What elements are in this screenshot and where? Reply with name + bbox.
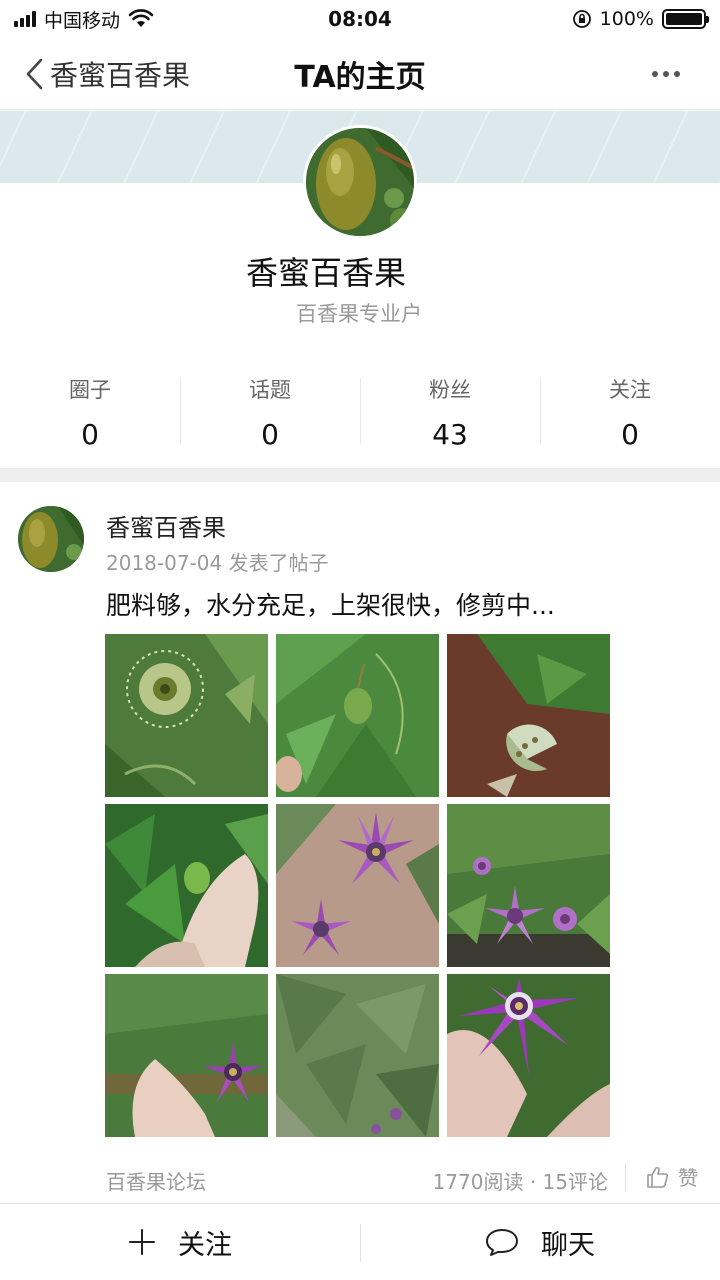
post-footer: 百香果论坛 1770阅读 · 15评论 赞 bbox=[0, 1160, 720, 1200]
nav-bar: 香蜜百香果 TA的主页 bbox=[0, 38, 720, 110]
profile-subtitle: 百香果专业户 bbox=[296, 302, 422, 326]
battery-fill bbox=[666, 13, 702, 25]
cut-fruit-photo[interactable] bbox=[447, 634, 610, 797]
purple-flower-closeup-photo[interactable] bbox=[447, 974, 610, 1137]
footer-divider bbox=[625, 1164, 626, 1192]
status-bar: 中国移动 08:04 100% bbox=[0, 0, 720, 38]
like-button[interactable]: 赞 bbox=[646, 1162, 698, 1191]
stat-value: 0 bbox=[261, 418, 279, 451]
hand-fruit-photo[interactable] bbox=[105, 804, 268, 967]
post-text[interactable]: 肥料够，水分充足，上架很快，修剪中... bbox=[106, 586, 626, 622]
chat-label: 聊天 bbox=[541, 1229, 595, 1261]
stat-label: 圈子 bbox=[69, 378, 111, 402]
chat-bubble-icon bbox=[486, 1229, 518, 1256]
stat-topics[interactable]: 话题 0 bbox=[180, 370, 360, 451]
signal-icon bbox=[14, 11, 36, 27]
follow-button[interactable]: 关注 bbox=[0, 1204, 360, 1280]
flower-green-photo[interactable] bbox=[105, 634, 268, 797]
battery-icon bbox=[662, 9, 709, 29]
chat-button[interactable]: 聊天 bbox=[360, 1204, 720, 1280]
more-dots-icon[interactable] bbox=[652, 62, 680, 86]
stat-circles[interactable]: 圈子 0 bbox=[0, 370, 180, 451]
photo-grid bbox=[105, 634, 610, 1138]
avatar[interactable] bbox=[303, 125, 417, 239]
status-left: 中国移动 bbox=[14, 6, 154, 33]
profile-name: 香蜜百香果 bbox=[245, 254, 406, 292]
read-comment-count: 1770阅读 · 15评论 bbox=[432, 1170, 608, 1194]
fruit-vine-photo[interactable] bbox=[276, 634, 439, 797]
stat-value: 0 bbox=[81, 418, 99, 451]
plus-icon bbox=[129, 1229, 155, 1255]
forum-tag[interactable]: 百香果论坛 bbox=[106, 1166, 206, 1195]
hand-flower-photo[interactable] bbox=[105, 974, 268, 1137]
purple-flower-photo[interactable] bbox=[276, 804, 439, 967]
vine-leaves-photo[interactable] bbox=[276, 974, 439, 1137]
battery-percent: 100% bbox=[599, 8, 654, 30]
purple-flower-vine-photo[interactable] bbox=[447, 804, 610, 967]
bottom-action-bar: 关注 聊天 bbox=[0, 1203, 720, 1280]
status-right: 100% bbox=[572, 8, 709, 30]
like-label: 赞 bbox=[678, 1166, 698, 1190]
back-label: 香蜜百香果 bbox=[50, 58, 191, 92]
wifi-icon bbox=[128, 9, 154, 27]
chevron-left-icon bbox=[26, 58, 43, 89]
follow-label: 关注 bbox=[178, 1229, 232, 1261]
stat-label: 话题 bbox=[249, 378, 291, 402]
thumbs-up-icon bbox=[647, 1166, 669, 1188]
post-avatar[interactable] bbox=[18, 506, 84, 572]
carrier-label: 中国移动 bbox=[44, 9, 121, 32]
post-author[interactable]: 香蜜百香果 bbox=[106, 508, 226, 543]
stat-label: 粉丝 bbox=[429, 378, 471, 402]
section-divider bbox=[0, 468, 720, 482]
stat-fans[interactable]: 粉丝 43 bbox=[360, 370, 540, 451]
stat-value: 43 bbox=[432, 418, 468, 451]
stat-label: 关注 bbox=[609, 378, 651, 402]
stat-following[interactable]: 关注 0 bbox=[540, 370, 720, 451]
stat-value: 0 bbox=[621, 418, 639, 451]
back-button[interactable]: 香蜜百香果 bbox=[0, 38, 190, 109]
post-meta: 2018-07-04 发表了帖子 bbox=[106, 551, 329, 575]
profile-stats: 圈子 0 话题 0 粉丝 43 关注 0 bbox=[0, 370, 720, 451]
rotation-lock-icon bbox=[572, 10, 591, 28]
